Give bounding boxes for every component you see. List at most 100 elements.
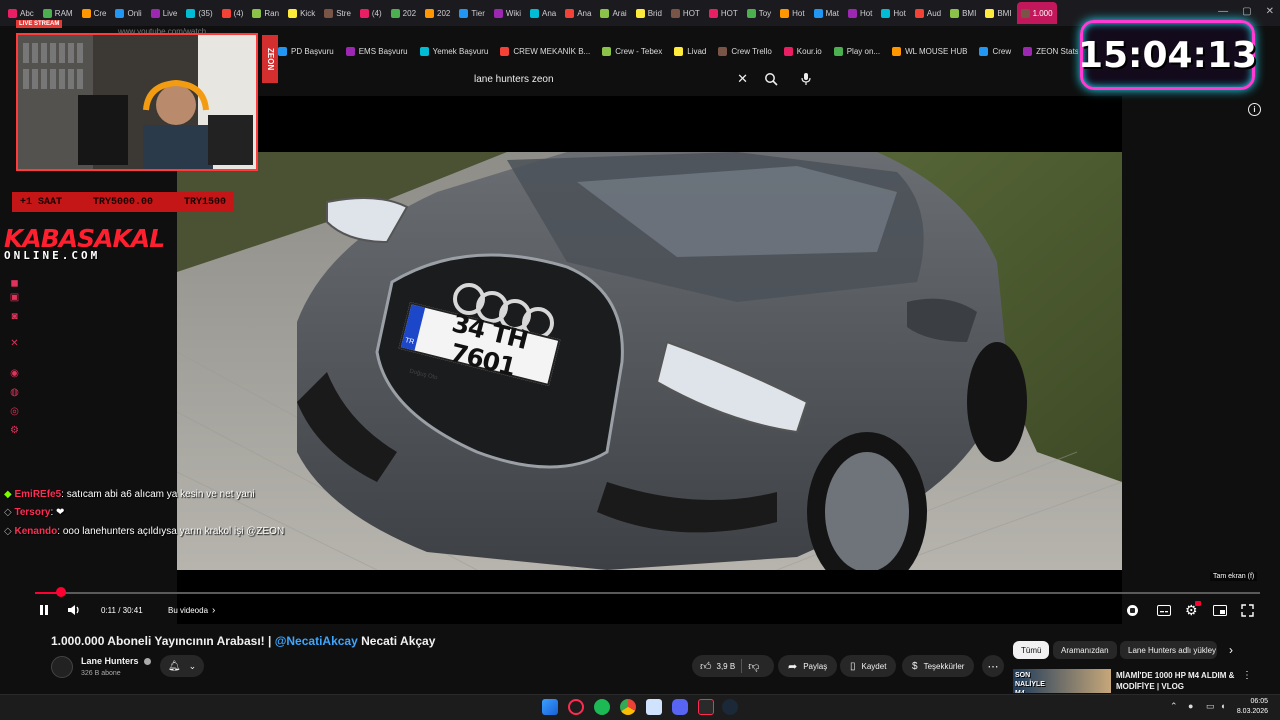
tab-label: Ana	[541, 8, 557, 18]
notification-bell-button[interactable]: 🔔︎ ⌄	[160, 655, 204, 677]
tray-network-icon[interactable]: ▭	[1206, 701, 1215, 712]
browser-tab[interactable]: (35)	[182, 2, 216, 24]
progress-bar[interactable]	[35, 592, 1260, 594]
browser-tab[interactable]: Hot	[877, 2, 909, 24]
browser-tab[interactable]: Kick	[284, 2, 319, 24]
bookmark-item[interactable]: Play on...	[833, 46, 880, 56]
settings-button[interactable]: ⚙	[1185, 601, 1201, 618]
browser-tab[interactable]: Aud	[911, 2, 945, 24]
bookmark-item[interactable]: WL MOUSE HUB	[892, 46, 968, 56]
browser-tab[interactable]: 1.000	[1016, 2, 1057, 24]
bookmark-favicon-icon	[892, 46, 902, 56]
browser-tab[interactable]: BMI	[946, 2, 980, 24]
thumbs-down-icon[interactable]: 👎︎	[748, 660, 759, 673]
discord-taskbar-icon[interactable]	[672, 699, 688, 715]
browser-tab[interactable]: Hot	[776, 2, 808, 24]
browser-tab[interactable]: (4)	[356, 2, 386, 24]
thanks-button[interactable]: $ Teşekkürler	[902, 655, 975, 677]
video-frame[interactable]: TR 34 TH 7601 Doğuş Oto	[177, 152, 1122, 570]
browser-tab[interactable]: Mat	[810, 2, 843, 24]
video-player[interactable]: TR 34 TH 7601 Doğuş Oto	[177, 96, 1122, 624]
bookmark-item[interactable]: Crew Trello	[718, 46, 772, 56]
channel-name-text: Lane Hunters	[81, 656, 139, 666]
save-button[interactable]: ▯ Kaydet	[840, 655, 897, 677]
chip-all[interactable]: Tümü	[1013, 641, 1050, 659]
bookmark-item[interactable]: Livad	[674, 46, 706, 56]
chips-next-icon[interactable]: ›	[1229, 643, 1233, 657]
tray-chevron-icon[interactable]: ⌃	[1170, 701, 1178, 712]
more-actions-button[interactable]: ⋯	[982, 655, 1004, 677]
chip-from-search[interactable]: Aramanızdan	[1053, 641, 1117, 659]
video-title-mention[interactable]: @NecatiAkcay	[275, 634, 358, 648]
search-icon[interactable]	[764, 72, 778, 86]
opera-gx-icon[interactable]	[568, 699, 584, 715]
steam-icon[interactable]	[722, 699, 738, 715]
browser-tab[interactable]: Ana	[526, 2, 560, 24]
recommended-more-icon[interactable]: ⋮	[1242, 670, 1252, 681]
bookmark-item[interactable]: Crew	[979, 46, 1011, 56]
minimize-icon[interactable]: —	[1218, 6, 1228, 17]
tray-volume-icon[interactable]: ◖	[1220, 701, 1225, 711]
clear-search-icon[interactable]: ✕	[737, 71, 748, 87]
close-icon[interactable]: ✕	[1266, 6, 1274, 17]
tab-favicon-icon	[42, 8, 52, 18]
chrome-icon[interactable]	[620, 699, 636, 715]
browser-tab[interactable]: 202	[421, 2, 454, 24]
browser-tab[interactable]: Hot	[844, 2, 876, 24]
recommended-title[interactable]: MİAMİ'DE 1000 HP M4 ALDIM & MODİFİYE | V…	[1116, 670, 1246, 692]
browser-tab[interactable]: Brid	[632, 2, 666, 24]
system-clock[interactable]: 06:05 8.03.2026	[1237, 697, 1268, 717]
windows-start-icon[interactable]	[542, 699, 558, 715]
subtitles-button[interactable]	[1157, 602, 1171, 618]
files-icon[interactable]	[646, 699, 662, 715]
browser-tab[interactable]: (4)	[218, 2, 248, 24]
channel-name[interactable]: Lane Hunters	[81, 656, 152, 666]
recommended-thumbnail[interactable]: SON NALİYLE M4	[1013, 669, 1111, 693]
browser-tab[interactable]: Ran	[248, 2, 283, 24]
tray-mic-icon[interactable]: ●	[1188, 701, 1193, 711]
info-icon[interactable]: i	[1248, 103, 1261, 116]
browser-tab[interactable]: Cre	[78, 2, 111, 24]
browser-tab[interactable]: Toy	[743, 2, 775, 24]
browser-tab[interactable]: HOT	[705, 2, 742, 24]
bookmark-favicon-icon	[1023, 46, 1033, 56]
share-button[interactable]: ➦ Paylaş	[778, 655, 838, 677]
like-button[interactable]: 👍︎ 3,9 B	[700, 660, 735, 673]
browser-tab[interactable]: Onli	[111, 2, 145, 24]
chapter-button[interactable]: Bu videoda ›	[168, 602, 215, 618]
browser-tab[interactable]: Ana	[561, 2, 595, 24]
bookmark-label: WL MOUSE HUB	[905, 46, 968, 56]
browser-tab[interactable]: Stre	[320, 2, 355, 24]
bell-icon: 🔔︎	[167, 660, 181, 672]
epic-games-icon[interactable]	[698, 699, 714, 715]
spotify-icon[interactable]	[594, 699, 610, 715]
bookmark-item[interactable]: Crew - Tebex	[602, 46, 662, 56]
bookmark-item[interactable]: CREW MEKANİK B...	[500, 46, 590, 56]
bookmark-item[interactable]: PD Başvuru	[278, 46, 334, 56]
browser-tab[interactable]: Arai	[596, 2, 630, 24]
bookmark-item[interactable]: ZEON Stats | Aero...	[1023, 46, 1078, 56]
browser-tab[interactable]: Wiki	[490, 2, 525, 24]
chip-channel-uploads[interactable]: Lane Hunters adlı yükley	[1120, 641, 1217, 659]
thanks-label: Teşekkürler	[923, 661, 965, 671]
search-input[interactable]	[462, 73, 730, 85]
channel-avatar[interactable]	[51, 656, 73, 678]
maximize-icon[interactable]: ▢	[1242, 6, 1251, 17]
browser-tab[interactable]: HOT	[667, 2, 704, 24]
fullscreen-icon	[1241, 603, 1254, 617]
miniplayer-button[interactable]	[1213, 602, 1227, 618]
browser-tab[interactable]: Tier	[455, 2, 488, 24]
hd-badge	[1195, 601, 1201, 606]
bookmark-item[interactable]: Yemek Başvuru	[419, 46, 488, 56]
bookmark-item[interactable]: EMS Başvuru	[345, 46, 408, 56]
browser-tab[interactable]: BMI	[981, 2, 1015, 24]
volume-button[interactable]	[67, 602, 81, 618]
fullscreen-button[interactable]	[1241, 602, 1254, 618]
autoplay-toggle[interactable]	[1127, 602, 1138, 618]
microphone-icon[interactable]	[800, 72, 812, 86]
pause-button[interactable]	[39, 602, 49, 618]
browser-tab[interactable]: 202	[387, 2, 420, 24]
progress-scrubber[interactable]	[56, 587, 66, 597]
browser-tab[interactable]: Live	[147, 2, 182, 24]
bookmark-item[interactable]: Kour.io	[783, 46, 822, 56]
